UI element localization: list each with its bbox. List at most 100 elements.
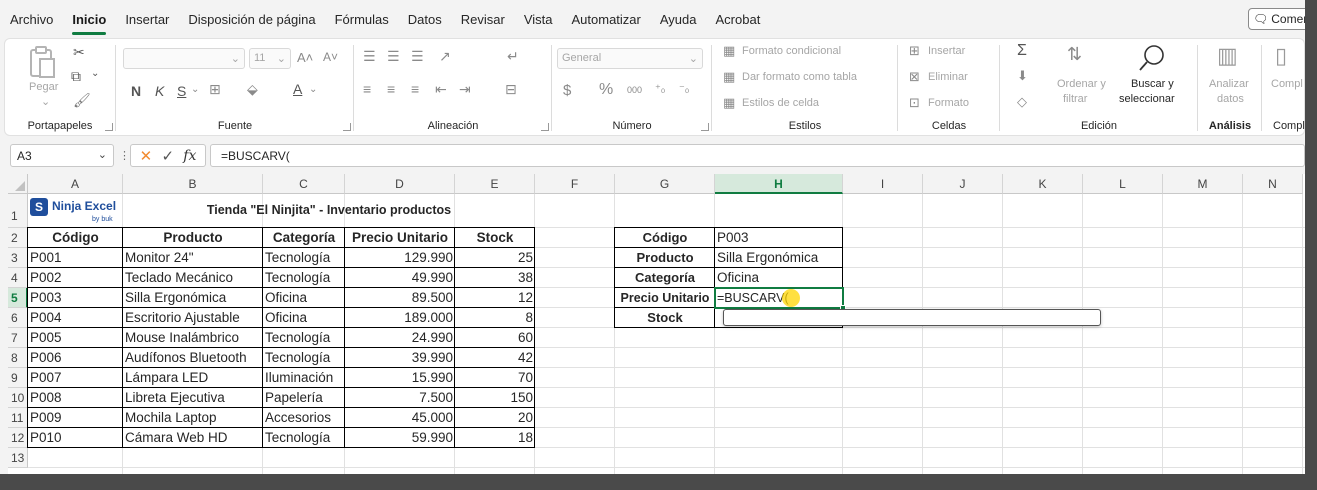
font-color-icon[interactable]: A <box>293 82 302 96</box>
number-format-select[interactable]: General ⌄ <box>557 48 703 69</box>
row-header[interactable]: 4 <box>8 268 28 288</box>
borders-icon[interactable]: ⊞ <box>209 82 221 96</box>
lookup-value[interactable]: Oficina <box>715 268 843 288</box>
lookup-value[interactable]: Silla Ergonómica <box>715 248 843 268</box>
font-family-select[interactable]: ⌄ <box>123 48 245 69</box>
align-top-icon[interactable]: ☰ <box>363 49 376 63</box>
table-cell[interactable]: 38 <box>455 268 535 288</box>
percent-button[interactable]: % <box>599 82 613 98</box>
column-header[interactable]: A <box>28 174 123 194</box>
table-cell[interactable]: P009 <box>28 408 123 428</box>
tab-inicio[interactable]: Inicio <box>72 10 106 35</box>
table-cell[interactable]: P010 <box>28 428 123 448</box>
column-header[interactable]: K <box>1003 174 1083 194</box>
select-all-button[interactable] <box>8 174 28 194</box>
underline-dropdown-icon[interactable]: ⌄ <box>191 85 199 95</box>
align-middle-icon[interactable]: ☰ <box>387 49 400 63</box>
find-select-label-1[interactable]: Buscar y <box>1131 78 1174 90</box>
table-cell[interactable]: 15.990 <box>345 368 455 388</box>
number-launcher-icon[interactable] <box>701 123 709 131</box>
table-cell[interactable]: 45.000 <box>345 408 455 428</box>
alignment-launcher-icon[interactable] <box>541 123 549 131</box>
column-header[interactable]: H <box>715 174 843 194</box>
table-cell[interactable]: Tecnología <box>263 328 345 348</box>
table-cell[interactable]: Audífonos Bluetooth <box>123 348 263 368</box>
wrap-text-icon[interactable]: ↵ <box>507 49 519 63</box>
clipboard-launcher-icon[interactable] <box>105 123 113 131</box>
copy-icon[interactable]: ⧉ <box>71 69 81 83</box>
table-cell[interactable]: 129.990 <box>345 248 455 268</box>
autosum-icon[interactable]: Σ <box>1017 43 1027 59</box>
table-cell[interactable]: Papelería <box>263 388 345 408</box>
tab-revisar[interactable]: Revisar <box>461 10 505 29</box>
table-cell[interactable]: P006 <box>28 348 123 368</box>
table-cell[interactable]: 60 <box>455 328 535 348</box>
table-cell[interactable]: Accesorios <box>263 408 345 428</box>
table-cell[interactable]: P002 <box>28 268 123 288</box>
row-header[interactable]: 7 <box>8 328 28 348</box>
table-cell[interactable]: 59.990 <box>345 428 455 448</box>
increase-font-icon[interactable]: A˄ <box>297 51 313 64</box>
table-cell[interactable]: 42 <box>455 348 535 368</box>
font-size-select[interactable]: 11 ⌄ <box>249 48 291 69</box>
table-cell[interactable]: 8 <box>455 308 535 328</box>
comments-button[interactable]: 🗨 Comen <box>1248 8 1305 30</box>
table-cell[interactable]: 70 <box>455 368 535 388</box>
fill-color-icon[interactable]: ⬙ <box>247 82 258 96</box>
tab-automatizar[interactable]: Automatizar <box>572 10 641 29</box>
column-header[interactable]: L <box>1083 174 1163 194</box>
column-header[interactable]: J <box>923 174 1003 194</box>
row-header[interactable]: 13 <box>8 448 28 468</box>
table-cell[interactable]: 89.500 <box>345 288 455 308</box>
format-painter-icon[interactable]: 🖌 <box>73 93 91 107</box>
row-header[interactable]: 5 <box>8 288 28 308</box>
table-cell[interactable]: Tecnología <box>263 348 345 368</box>
table-cell[interactable]: P004 <box>28 308 123 328</box>
table-cell[interactable]: Escritorio Ajustable <box>123 308 263 328</box>
analyze-data-icon[interactable]: ▥ <box>1217 45 1238 67</box>
table-cell[interactable]: Teclado Mecánico <box>123 268 263 288</box>
addins-label[interactable]: Compl <box>1271 78 1303 90</box>
table-cell[interactable]: 18 <box>455 428 535 448</box>
table-cell[interactable]: 25 <box>455 248 535 268</box>
column-header[interactable]: M <box>1163 174 1243 194</box>
table-cell[interactable]: Mouse Inalámbrico <box>123 328 263 348</box>
formula-input[interactable]: =BUSCARV( <box>210 144 1305 167</box>
tab-disposicion[interactable]: Disposición de página <box>188 10 315 29</box>
row-header[interactable]: 1 <box>8 194 28 228</box>
name-box[interactable]: A3 ⌄ <box>10 144 114 167</box>
decrease-decimal-icon[interactable]: ⁻₀ <box>679 84 689 95</box>
paste-label[interactable]: Pegar <box>29 81 58 93</box>
column-header[interactable]: I <box>843 174 923 194</box>
underline-button[interactable]: S <box>177 84 186 98</box>
table-cell[interactable]: Tecnología <box>263 268 345 288</box>
bold-button[interactable]: N <box>131 84 141 98</box>
merge-center-icon[interactable]: ⊟ <box>505 82 517 96</box>
table-cell[interactable]: P008 <box>28 388 123 408</box>
lookup-value[interactable]: P003 <box>715 228 843 248</box>
align-center-icon[interactable]: ≡ <box>387 82 395 96</box>
cancel-icon[interactable]: ✕ <box>140 147 153 165</box>
paste-icon[interactable] <box>27 45 57 79</box>
spreadsheet-grid[interactable]: A B C D E F G H I J K L M N 1 2 3 4 5 6 7 8 9 10 11 12 13 S Ninja Ex… <box>8 174 1305 474</box>
table-cell[interactable]: 24.990 <box>345 328 455 348</box>
table-cell[interactable]: Mochila Laptop <box>123 408 263 428</box>
table-cell[interactable]: 20 <box>455 408 535 428</box>
font-launcher-icon[interactable] <box>343 123 351 131</box>
table-cell[interactable]: P007 <box>28 368 123 388</box>
column-header[interactable]: D <box>345 174 455 194</box>
conditional-format-button[interactable]: Formato condicional <box>742 45 841 57</box>
paste-dropdown-icon[interactable]: ⌄ <box>41 95 50 108</box>
copy-dropdown-icon[interactable]: ⌄ <box>91 69 99 79</box>
tab-ayuda[interactable]: Ayuda <box>660 10 697 29</box>
table-cell[interactable]: P005 <box>28 328 123 348</box>
table-cell[interactable]: 189.000 <box>345 308 455 328</box>
sort-filter-label-1[interactable]: Ordenar y <box>1057 78 1106 90</box>
column-header[interactable]: C <box>263 174 345 194</box>
confirm-icon[interactable]: ✓ <box>161 147 174 165</box>
insert-cells-button[interactable]: Insertar <box>928 45 965 57</box>
table-cell[interactable]: Silla Ergonómica <box>123 288 263 308</box>
column-header[interactable]: F <box>535 174 615 194</box>
tab-datos[interactable]: Datos <box>408 10 442 29</box>
table-cell[interactable]: Tecnología <box>263 248 345 268</box>
